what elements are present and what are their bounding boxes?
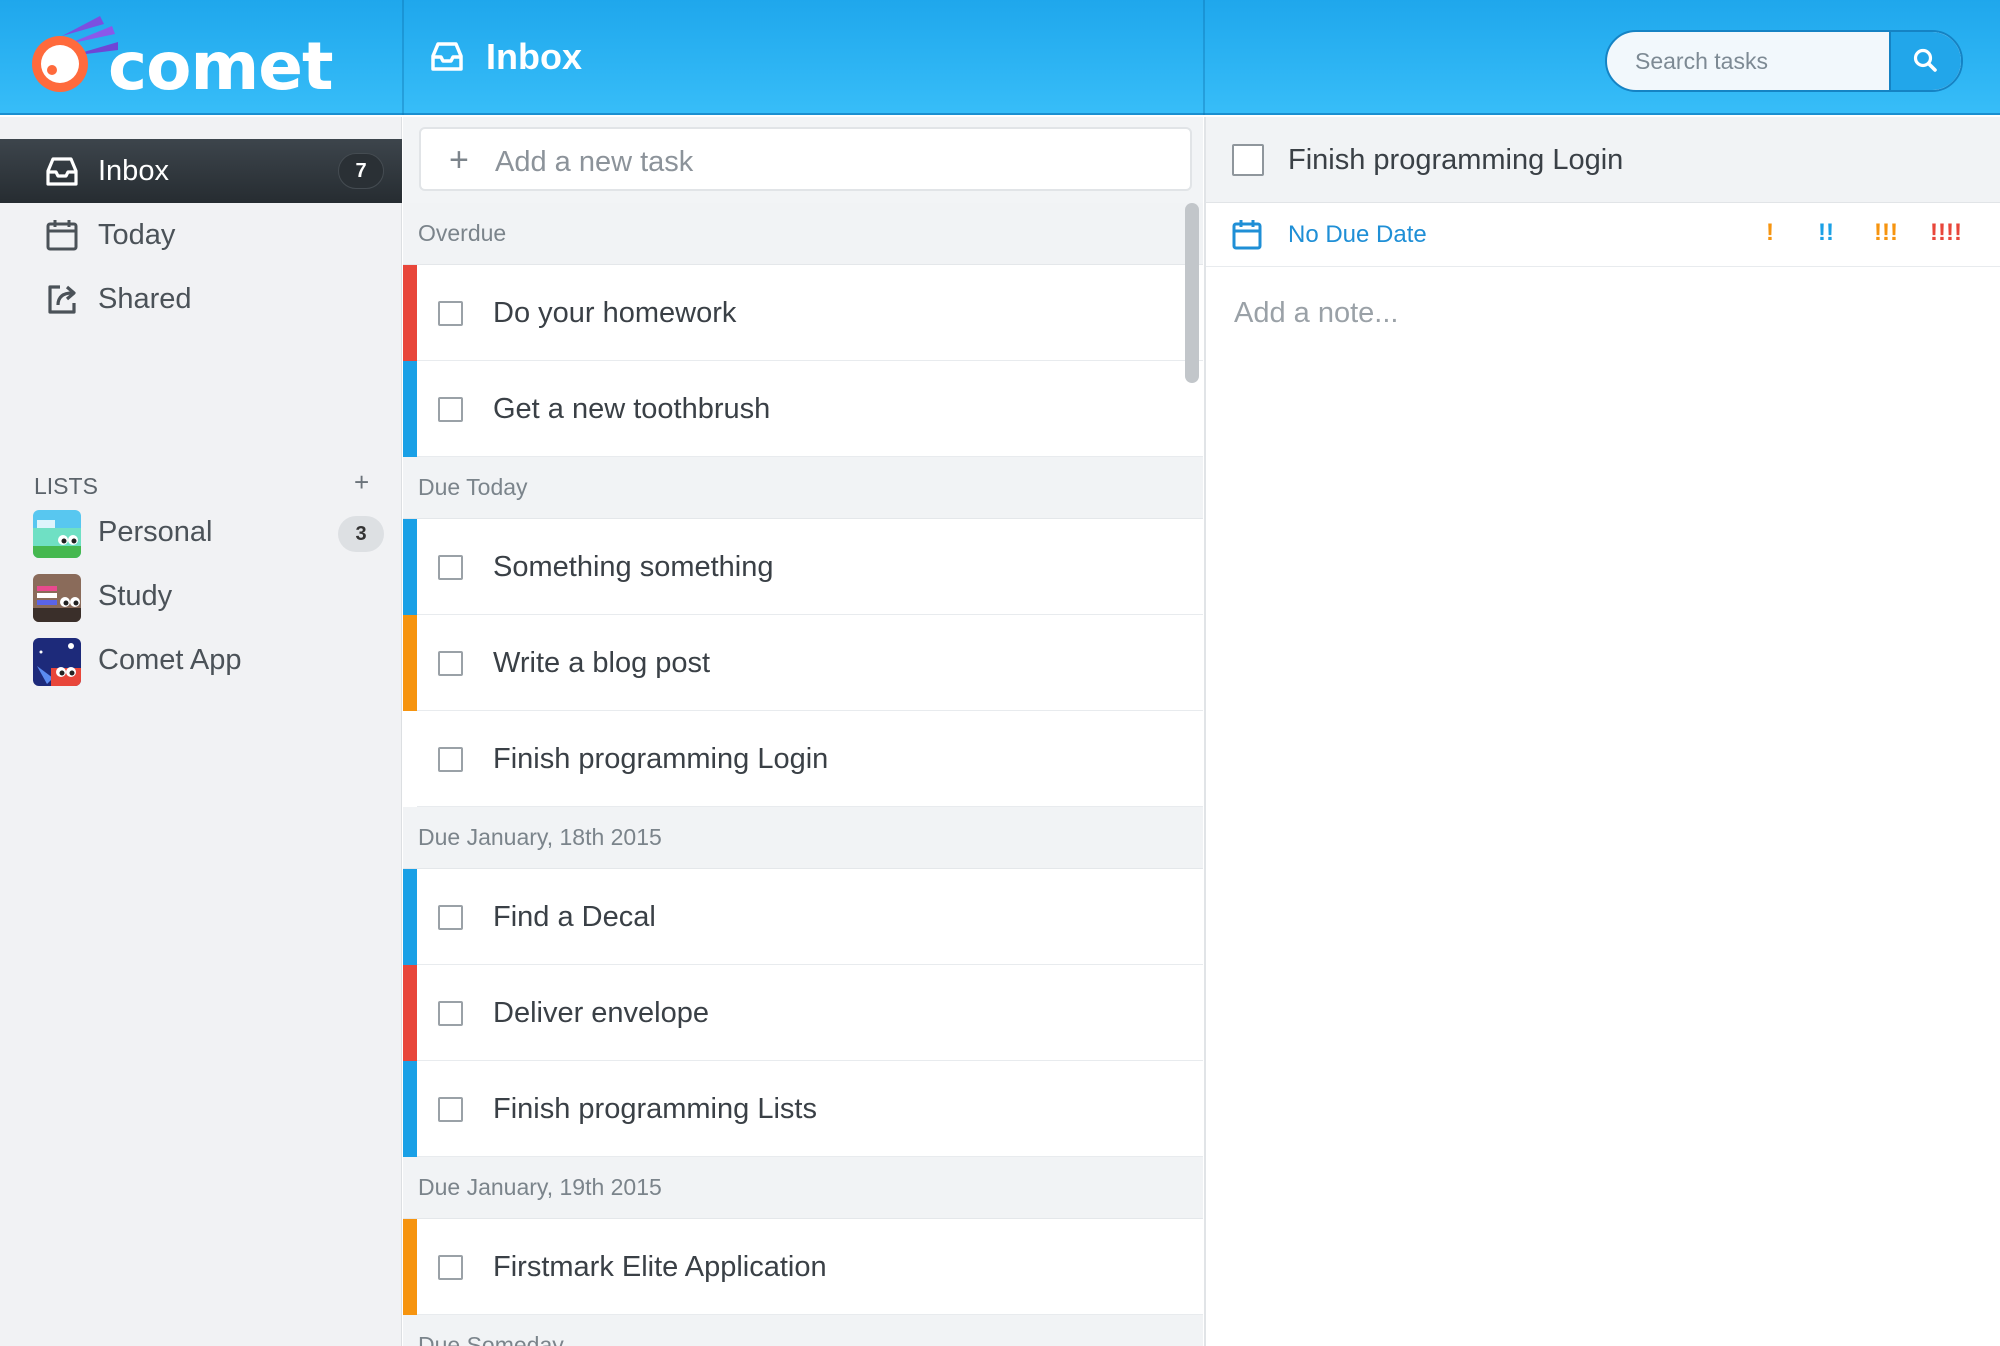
group-header: Due Someday (403, 1315, 1203, 1346)
add-list-button[interactable]: + (354, 467, 369, 498)
priority-4-button[interactable]: !!!! (1930, 219, 1962, 247)
priority-indicator (403, 615, 417, 711)
sidebar-item-today[interactable]: Today (0, 203, 402, 267)
add-task-placeholder: Add a new task (495, 146, 694, 178)
sidebar-item-inbox[interactable]: Inbox 7 (0, 139, 402, 203)
task-label: Get a new toothbrush (493, 393, 771, 425)
task-row[interactable]: Get a new toothbrush (403, 361, 1203, 457)
task-label: Finish programming Lists (493, 1093, 817, 1125)
priority-2-button[interactable]: !! (1818, 219, 1834, 247)
task-checkbox[interactable] (438, 1255, 463, 1280)
task-checkbox[interactable] (438, 301, 463, 326)
sidebar-list-label: Comet App (98, 644, 242, 676)
task-checkbox[interactable] (438, 651, 463, 676)
task-label: Write a blog post (493, 647, 711, 679)
task-row[interactable]: Finish programming Lists (403, 1061, 1203, 1157)
inbox-count-badge: 7 (338, 153, 384, 189)
task-label: Do your homework (493, 297, 737, 329)
inbox-icon (46, 157, 78, 186)
priority-indicator (403, 1061, 417, 1157)
priority-1-button[interactable]: ! (1766, 219, 1774, 247)
task-row[interactable]: Finish programming Login (403, 711, 1203, 807)
task-row[interactable]: Firstmark Elite Application (403, 1219, 1203, 1315)
task-row[interactable]: Something something (403, 519, 1203, 615)
search-box (1605, 30, 1963, 92)
search-input[interactable] (1607, 32, 1892, 90)
task-checkbox[interactable] (438, 747, 463, 772)
comet-logo-icon (32, 16, 118, 92)
task-label: Something something (493, 551, 774, 583)
sidebar: Inbox 7 Today Shared LISTS + Personal 3 … (0, 117, 402, 1346)
sidebar-item-label: Inbox (98, 154, 169, 187)
task-checkbox[interactable] (438, 1097, 463, 1122)
calendar-icon (46, 220, 78, 251)
priority-indicator (403, 1219, 417, 1315)
group-header: Due Today (403, 457, 1203, 519)
task-label: Finish programming Login (493, 743, 829, 775)
add-task-input[interactable]: + Add a new task (419, 127, 1192, 191)
note-field[interactable]: Add a note... (1234, 297, 1398, 330)
task-checkbox[interactable] (438, 397, 463, 422)
sidebar-item-label: Today (98, 218, 176, 251)
due-date-row: No Due Date ! !! !!! !!!! (1206, 203, 2000, 267)
logo-text: comet (108, 28, 334, 105)
task-list: Overdue Do your homework Get a new toothbr… (403, 203, 1203, 1346)
priority-indicator (403, 361, 417, 457)
sidebar-list-comet-app[interactable]: Comet App (0, 630, 402, 694)
task-detail-header: Finish programming Login (1206, 117, 2000, 203)
header-divider (402, 0, 404, 115)
inbox-icon (431, 42, 463, 71)
task-label: Firstmark Elite Application (493, 1251, 827, 1283)
comet-logo[interactable]: comet (22, 14, 334, 100)
task-detail-title[interactable]: Finish programming Login (1288, 144, 1623, 177)
sidebar-list-label: Study (98, 580, 173, 612)
personal-count-badge: 3 (338, 516, 384, 552)
task-checkbox[interactable] (438, 555, 463, 580)
plus-icon: + (449, 141, 469, 179)
task-checkbox[interactable] (438, 1001, 463, 1026)
task-detail-panel: Finish programming Login No Due Date ! !… (1204, 117, 2000, 1346)
page-title: Inbox (486, 36, 582, 77)
comet-app-list-avatar (33, 638, 81, 686)
task-label: Find a Decal (493, 901, 656, 933)
due-date-label[interactable]: No Due Date (1288, 221, 1427, 249)
sidebar-list-study[interactable]: Study (0, 566, 402, 630)
group-header: Due January, 18th 2015 (403, 807, 1203, 869)
calendar-icon[interactable] (1232, 218, 1262, 250)
header-divider (1203, 0, 1205, 115)
sidebar-item-label: Shared (98, 282, 192, 315)
task-detail-checkbox[interactable] (1232, 144, 1264, 176)
task-list-panel: + Add a new task Overdue Do your homework… (403, 117, 1203, 1346)
sidebar-list-personal[interactable]: Personal 3 (0, 502, 402, 566)
study-list-avatar (33, 574, 81, 622)
priority-indicator (403, 869, 417, 965)
priority-indicator (403, 711, 417, 807)
task-list-scrollbar[interactable] (1185, 203, 1199, 383)
lists-header: LISTS (34, 473, 98, 499)
task-checkbox[interactable] (438, 905, 463, 930)
share-icon (48, 285, 76, 314)
personal-list-avatar (33, 510, 81, 558)
group-header: Overdue (403, 203, 1203, 265)
task-row[interactable]: Find a Decal (403, 869, 1203, 965)
task-row[interactable]: Do your homework (403, 265, 1203, 361)
search-icon (1913, 48, 1937, 72)
top-bar: comet Inbox (0, 0, 2000, 115)
priority-indicator (403, 965, 417, 1061)
search-button[interactable] (1889, 32, 1961, 90)
task-row[interactable]: Write a blog post (403, 615, 1203, 711)
priority-indicator (403, 519, 417, 615)
header-title-group: Inbox (430, 36, 582, 78)
priority-indicator (403, 265, 417, 361)
group-header: Due January, 19th 2015 (403, 1157, 1203, 1219)
task-row[interactable]: Deliver envelope (403, 965, 1203, 1061)
priority-3-button[interactable]: !!! (1874, 219, 1898, 247)
sidebar-list-label: Personal (98, 516, 213, 548)
sidebar-item-shared[interactable]: Shared (0, 267, 402, 331)
task-label: Deliver envelope (493, 997, 710, 1029)
